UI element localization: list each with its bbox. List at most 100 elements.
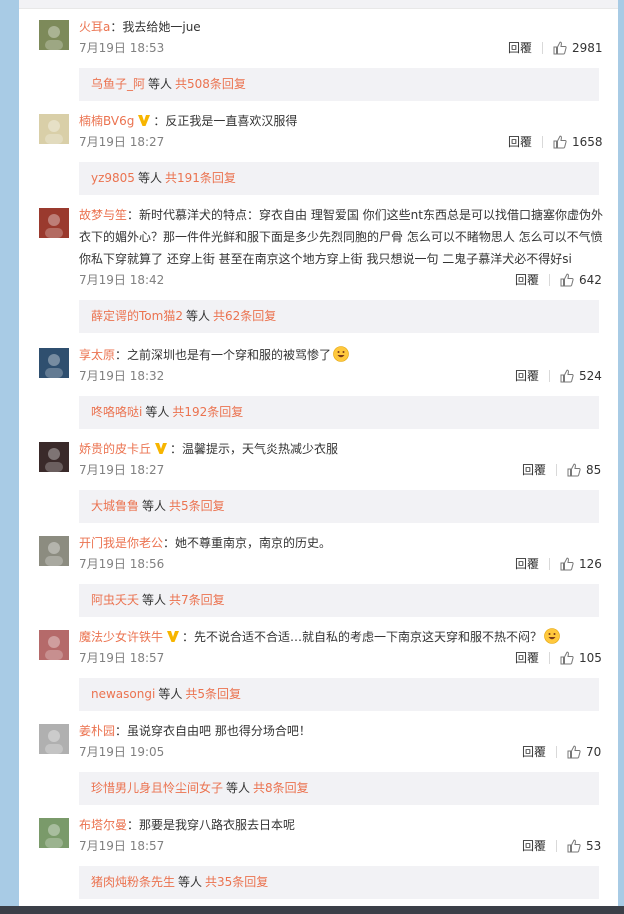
like-count: 524	[579, 369, 602, 383]
comment-item: 娇贵的皮卡丘 ：温馨提示，天气炎热减少衣服 7月19日 18:27 回覆 85 大…	[19, 442, 618, 543]
comment-text: ：先不说合适不合适…就自私的考虑一下南京这天穿和服不热不闷？	[182, 630, 543, 644]
sub-reply-count[interactable]: 共7条回复	[169, 593, 225, 607]
sub-reply-mid: 等人	[185, 309, 210, 323]
sub-reply-user[interactable]: 乌鱼子_阿	[91, 77, 145, 91]
sub-reply-user[interactable]: newasongi	[91, 687, 155, 701]
comment-item: 布塔尔曼：那要是我穿八路衣服去日本呢 7月19日 18:57 回覆 53 猪肉炖…	[19, 818, 618, 906]
like-count: 53	[586, 839, 602, 853]
sub-reply-mid: 等人	[142, 499, 167, 513]
thumbs-up-icon	[560, 273, 574, 287]
reply-button[interactable]: 回覆	[522, 742, 546, 762]
sub-reply-user[interactable]: 珍惜男儿身且怜尘间女子	[91, 781, 223, 795]
comment-time: 7月19日 18:27	[79, 135, 165, 149]
sub-reply-count[interactable]: 共62条回复	[213, 309, 276, 323]
reply-button[interactable]: 回覆	[515, 554, 539, 574]
comment-username[interactable]: 享太原	[79, 348, 115, 362]
avatar-image	[39, 208, 69, 238]
sub-reply-box[interactable]: yz9805 等人 共191条回复	[79, 162, 599, 195]
reply-button[interactable]: 回覆	[508, 38, 532, 58]
comment-username[interactable]: 楠楠BV6g	[79, 114, 134, 128]
comment-username[interactable]: 姜朴园	[79, 724, 115, 738]
sub-reply-box[interactable]: 大城鲁鲁 等人 共5条回复	[79, 490, 599, 523]
vip-badge-icon	[167, 631, 180, 642]
sub-reply-count[interactable]: 共192条回复	[172, 405, 243, 419]
sub-reply-box[interactable]: 珍惜男儿身且怜尘间女子 等人 共8条回复	[79, 772, 599, 805]
sub-reply-box[interactable]: newasongi 等人 共5条回复	[79, 678, 599, 711]
comment-text: ：虽说穿衣自由吧 那也得分场合吧！	[115, 724, 311, 738]
reply-button[interactable]: 回覆	[515, 648, 539, 668]
comment-username[interactable]: 布塔尔曼	[79, 818, 127, 832]
divider	[549, 558, 550, 570]
comment-text-line: 娇贵的皮卡丘 ：温馨提示，天气炎热减少衣服	[79, 438, 608, 460]
sub-reply-user[interactable]: yz9805	[91, 171, 135, 185]
sub-reply-box[interactable]: 咚咯咯哒i 等人 共192条回复	[79, 396, 599, 429]
reply-button[interactable]: 回覆	[515, 366, 539, 386]
avatar[interactable]	[39, 114, 69, 144]
sub-reply-user[interactable]: 猪肉炖粉条先生	[91, 875, 175, 889]
avatar[interactable]	[39, 348, 69, 378]
comment-text-line: 享太原：之前深圳也是有一个穿和服的被骂惨了	[79, 344, 608, 366]
comment-meta: 7月19日 18:57 回覆 105	[79, 648, 602, 668]
thumbs-up-icon	[560, 369, 574, 383]
thumbs-up-icon	[567, 839, 581, 853]
comment-text-line: 故梦与笙：新时代慕洋犬的特点：穿衣自由 理智爱国 你们这些nt东西总是可以找借口…	[79, 204, 608, 270]
sub-reply-user[interactable]: 阿虫夭夭	[91, 593, 139, 607]
reply-button[interactable]: 回覆	[508, 132, 532, 152]
sub-reply-user[interactable]: 薛定谔的Tom猫2	[91, 309, 183, 323]
sub-reply-count[interactable]: 共508条回复	[175, 77, 246, 91]
vip-badge-icon	[155, 443, 168, 454]
divider	[549, 652, 550, 664]
comment-text-line: 布塔尔曼：那要是我穿八路衣服去日本呢	[79, 814, 608, 836]
sub-reply-user[interactable]: 大城鲁鲁	[91, 499, 139, 513]
avatar-image	[39, 442, 69, 472]
thumbs-up-icon	[553, 41, 567, 55]
sub-reply-count[interactable]: 共35条回复	[205, 875, 268, 889]
divider	[549, 370, 550, 382]
sub-reply-count[interactable]: 共5条回复	[169, 499, 225, 513]
reply-button[interactable]: 回覆	[522, 460, 546, 480]
sub-reply-box[interactable]: 乌鱼子_阿 等人 共508条回复	[79, 68, 599, 101]
like-count: 642	[579, 273, 602, 287]
like-count: 70	[586, 745, 602, 759]
sub-reply-mid: 等人	[148, 77, 173, 91]
sweat-emoji-icon	[544, 628, 560, 644]
comment-meta: 7月19日 18:53 回覆 2981	[79, 38, 603, 58]
thumbs-up-icon	[553, 135, 567, 149]
comment-username[interactable]: 故梦与笙	[79, 208, 127, 222]
divider	[542, 136, 543, 148]
comment-meta: 7月19日 18:42 回覆 642	[79, 270, 602, 290]
sub-reply-user[interactable]: 咚咯咯哒i	[91, 405, 142, 419]
sub-reply-mid: 等人	[142, 593, 167, 607]
comment-text: ：之前深圳也是有一个穿和服的被骂惨了	[115, 348, 332, 362]
reply-button[interactable]: 回覆	[515, 270, 539, 290]
comment-username[interactable]: 娇贵的皮卡丘	[79, 442, 151, 456]
comment-username[interactable]: 魔法少女许铁牛	[79, 630, 163, 644]
comment-meta: 7月19日 19:05 回覆 70	[79, 742, 602, 762]
like-count: 105	[579, 651, 602, 665]
comment-username[interactable]: 火耳a	[79, 20, 110, 34]
sub-reply-count[interactable]: 共8条回复	[253, 781, 309, 795]
avatar[interactable]	[39, 20, 69, 50]
sub-reply-box[interactable]: 薛定谔的Tom猫2 等人 共62条回复	[79, 300, 599, 333]
thumbs-up-icon	[560, 557, 574, 571]
vip-badge-icon	[138, 115, 151, 126]
avatar[interactable]	[39, 630, 69, 660]
avatar[interactable]	[39, 442, 69, 472]
sub-reply-box[interactable]: 猪肉炖粉条先生 等人 共35条回复	[79, 866, 599, 899]
comment-time: 7月19日 18:32	[79, 369, 165, 383]
sub-reply-count[interactable]: 共191条回复	[165, 171, 236, 185]
thumbs-up-icon	[560, 651, 574, 665]
comment-username[interactable]: 开门我是你老公	[79, 536, 163, 550]
avatar-image	[39, 348, 69, 378]
comment-time: 7月19日 19:05	[79, 745, 165, 759]
avatar[interactable]	[39, 818, 69, 848]
avatar[interactable]	[39, 536, 69, 566]
comment-time: 7月19日 18:27	[79, 463, 165, 477]
comment-item: 故梦与笙：新时代慕洋犬的特点：穿衣自由 理智爱国 你们这些nt东西总是可以找借口…	[19, 208, 618, 353]
reply-button[interactable]: 回覆	[522, 836, 546, 856]
sub-reply-count[interactable]: 共5条回复	[185, 687, 241, 701]
avatar[interactable]	[39, 724, 69, 754]
sub-reply-mid: 等人	[158, 687, 183, 701]
sub-reply-box[interactable]: 阿虫夭夭 等人 共7条回复	[79, 584, 599, 617]
avatar[interactable]	[39, 208, 69, 238]
